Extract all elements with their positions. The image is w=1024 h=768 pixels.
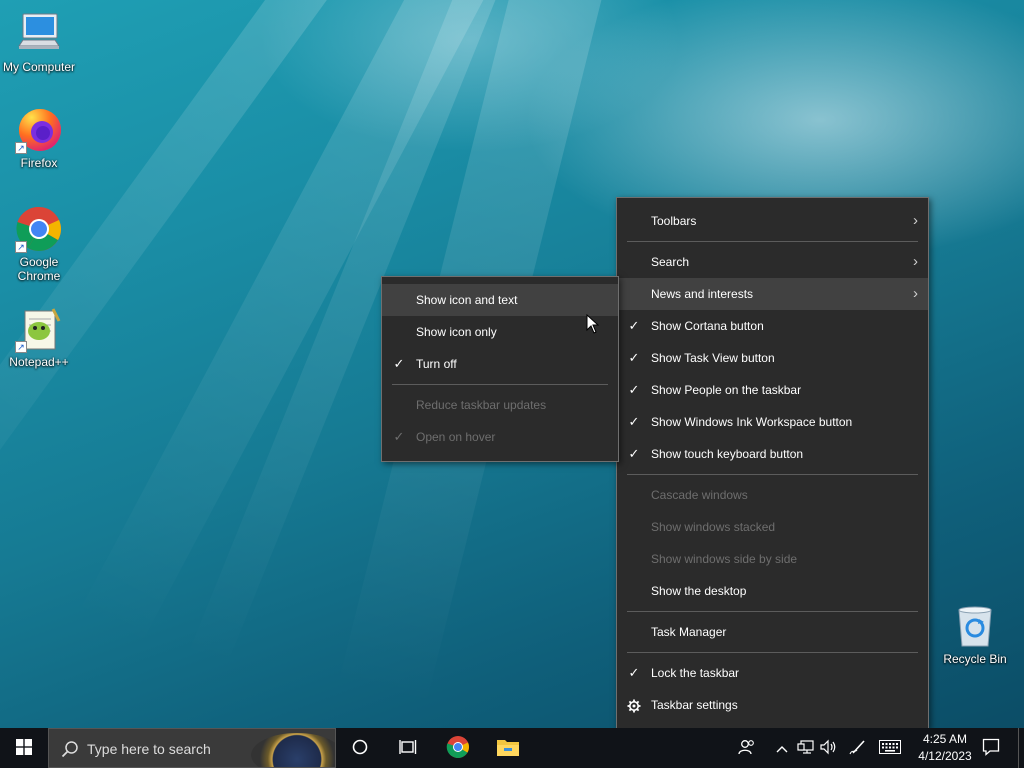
cortana-button[interactable]: [336, 728, 384, 768]
cortana-circle-icon: [352, 739, 368, 758]
desktop-icon-notepadpp[interactable]: ↗ Notepad++: [1, 305, 77, 369]
speaker-icon: [820, 739, 838, 758]
pen-icon: [849, 739, 867, 758]
menu-item-show-windows-side-by-side: Show windows side by side: [651, 552, 798, 566]
menu-item-show-cortana-button[interactable]: ✓ Show Cortana button: [617, 310, 928, 342]
chevron-right-icon: ›: [913, 212, 918, 229]
action-center-button[interactable]: [976, 728, 1006, 768]
people-icon: [738, 739, 756, 758]
taskbar-context-menu: Toolbars › Search › News and interests ›…: [616, 197, 929, 729]
desktop-icon-recycle-bin[interactable]: Recycle Bin: [937, 602, 1013, 666]
menu-separator: [392, 384, 608, 385]
people-button[interactable]: [734, 728, 760, 768]
menu-item-task-manager[interactable]: Task Manager: [617, 616, 928, 648]
checkmark-icon: ✓: [628, 318, 640, 333]
chrome-icon: ↗: [15, 205, 63, 253]
shortcut-arrow-icon: ↗: [15, 142, 27, 154]
task-view-button[interactable]: [384, 728, 432, 768]
submenu-item-reduce-taskbar-updates: Reduce taskbar updates: [416, 398, 547, 412]
windows-logo-icon: [16, 738, 32, 758]
taskbar-app-chrome[interactable]: [434, 728, 482, 768]
menu-item-show-task-view-button[interactable]: ✓ Show Task View button: [617, 342, 928, 374]
news-and-interests-submenu: Show icon and text Show icon only ✓ Turn…: [381, 276, 619, 462]
checkmark-icon: ✓: [628, 414, 640, 429]
chevron-right-icon: ›: [913, 253, 918, 270]
mouse-cursor-icon: [586, 313, 600, 334]
network-button[interactable]: [795, 728, 817, 768]
checkmark-icon: ✓: [628, 446, 640, 461]
shortcut-arrow-icon: ↗: [15, 241, 27, 253]
taskbar-search-box[interactable]: [48, 728, 336, 768]
windows-ink-workspace-button[interactable]: [846, 728, 870, 768]
touch-keyboard-button[interactable]: [876, 728, 904, 768]
network-icon: [797, 739, 815, 758]
start-button[interactable]: [0, 728, 48, 768]
taskbar-app-file-explorer[interactable]: [484, 728, 532, 768]
menu-item-show-people[interactable]: ✓ Show People on the taskbar: [617, 374, 928, 406]
volume-button[interactable]: [818, 728, 840, 768]
show-hidden-icons-button[interactable]: [772, 728, 792, 768]
chevron-right-icon: ›: [913, 285, 918, 302]
submenu-item-show-icon-only[interactable]: Show icon only: [382, 316, 618, 348]
menu-item-news-and-interests[interactable]: News and interests ›: [617, 278, 928, 310]
computer-icon: [15, 10, 63, 58]
file-explorer-icon: [496, 737, 520, 760]
search-input[interactable]: [87, 739, 237, 759]
menu-item-show-windows-ink[interactable]: ✓ Show Windows Ink Workspace button: [617, 406, 928, 438]
chevron-up-icon: [776, 740, 788, 756]
checkmark-icon: ✓: [628, 665, 640, 680]
chrome-icon: [446, 735, 470, 762]
system-clock[interactable]: 4:25 AM 4/12/2023: [910, 731, 980, 765]
keyboard-icon: [879, 739, 901, 757]
menu-separator: [627, 241, 918, 242]
menu-item-show-windows-stacked: Show windows stacked: [651, 520, 776, 534]
menu-item-show-the-desktop[interactable]: Show the desktop: [617, 575, 928, 607]
clock-date: 4/12/2023: [918, 749, 972, 763]
search-highlight-image: [251, 733, 335, 767]
task-view-icon: [399, 739, 417, 758]
search-icon: [61, 740, 79, 761]
menu-item-toolbars[interactable]: Toolbars ›: [617, 205, 928, 237]
desktop-icon-google-chrome[interactable]: ↗ Google Chrome: [1, 205, 77, 283]
menu-separator: [627, 611, 918, 612]
recycle-bin-icon: [951, 602, 999, 650]
menu-item-cascade-windows: Cascade windows: [651, 488, 748, 502]
firefox-icon: ↗: [15, 106, 63, 154]
submenu-item-show-icon-and-text[interactable]: Show icon and text: [382, 284, 618, 316]
notification-icon: [982, 738, 1000, 759]
checkmark-icon: ✓: [628, 350, 640, 365]
menu-item-taskbar-settings[interactable]: Taskbar settings: [617, 689, 928, 721]
submenu-item-open-on-hover: ✓ Open on hover: [382, 421, 618, 453]
shortcut-arrow-icon: ↗: [15, 341, 27, 353]
checkmark-icon: ✓: [628, 382, 640, 397]
checkmark-icon: ✓: [393, 356, 405, 371]
submenu-item-turn-off[interactable]: ✓ Turn off: [382, 348, 618, 380]
checkmark-icon: ✓: [393, 429, 405, 444]
gear-icon: [627, 689, 641, 721]
menu-separator: [627, 474, 918, 475]
menu-item-search[interactable]: Search ›: [617, 246, 928, 278]
menu-item-lock-the-taskbar[interactable]: ✓ Lock the taskbar: [617, 657, 928, 689]
taskbar: 4:25 AM 4/12/2023: [0, 728, 1024, 768]
desktop-icon-firefox[interactable]: ↗ Firefox: [1, 106, 77, 170]
clock-time: 4:25 AM: [922, 732, 968, 746]
show-desktop-button[interactable]: [1018, 728, 1024, 768]
menu-item-show-touch-keyboard[interactable]: ✓ Show touch keyboard button: [617, 438, 928, 470]
menu-separator: [627, 652, 918, 653]
desktop-icon-my-computer[interactable]: My Computer: [1, 10, 77, 74]
notepadpp-icon: ↗: [15, 305, 63, 353]
